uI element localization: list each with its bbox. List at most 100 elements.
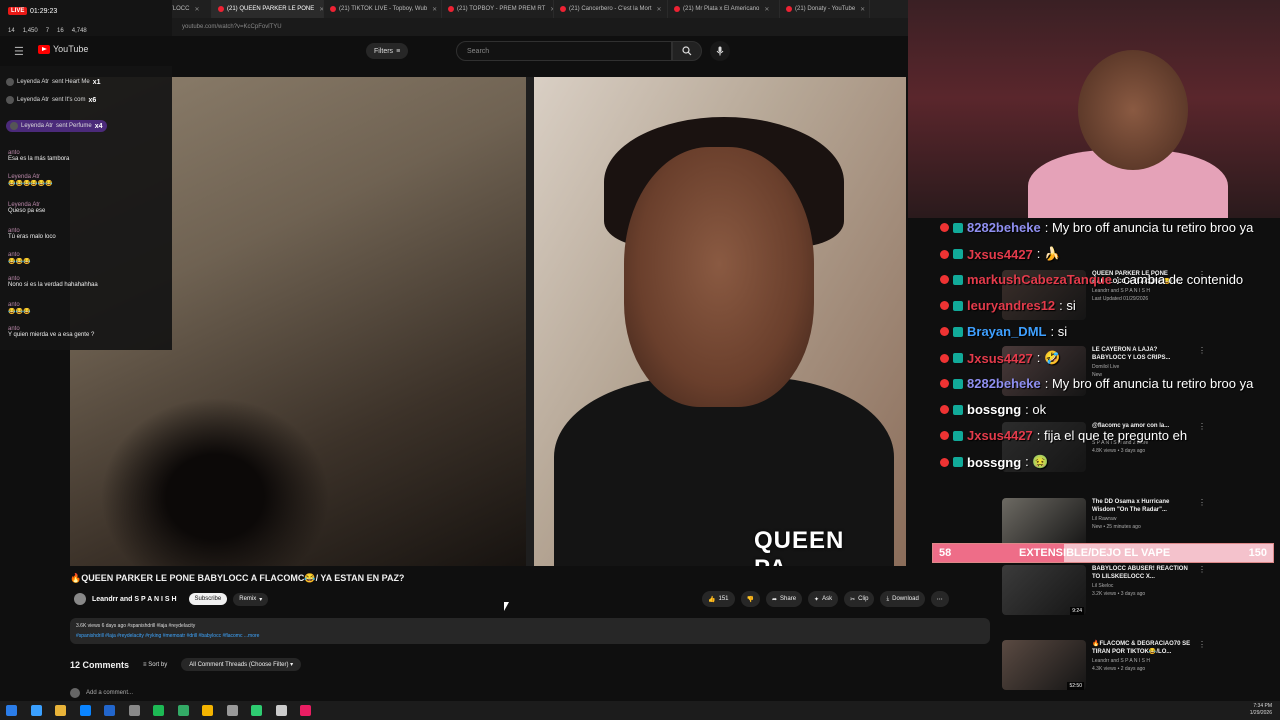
filters-button[interactable]: Filters ≡ [366, 43, 409, 59]
recommendation-title[interactable]: The DD Osama x Hurricane Wisdom "On The … [1092, 498, 1192, 514]
sub-badge-icon [953, 326, 963, 337]
overlay-message: : si [1059, 298, 1076, 313]
close-icon[interactable]: ✕ [657, 6, 662, 13]
sort-icon: ≡ [143, 661, 147, 668]
ask-button[interactable]: ✦ Ask [808, 591, 839, 607]
add-comment-input[interactable]: Add a comment... [86, 690, 133, 696]
browser-tab[interactable]: (21) Donaty - YouTube ✕ [780, 0, 870, 18]
video-thumbnail[interactable] [1002, 498, 1086, 548]
overlay-message: : fija el que te pregunto eh [1036, 428, 1188, 443]
badge-icon [940, 457, 949, 467]
gift-alert: Leyenda Atr sent Perfume x4 [6, 120, 107, 132]
chrome-icon[interactable] [79, 705, 91, 716]
browser-tab[interactable]: (21) TOPBOY - PREM PREM RT✕ [442, 0, 554, 18]
more-actions-button[interactable]: ⋯ [930, 591, 949, 607]
search-button[interactable] [672, 41, 702, 61]
recommendation-item[interactable]: 9:24 BABYLOCC ABUSER! REACTION TO LILSKEE… [1002, 565, 1206, 617]
badge-icon [940, 223, 949, 232]
share-icon: ➦ [771, 596, 778, 603]
recommendation-meta: 3.2K views • 3 days ago [1092, 591, 1146, 597]
edge-icon[interactable] [104, 705, 115, 716]
hashtags-line[interactable]: #spanishdrill #laja #reydelacity #ryking… [76, 633, 259, 639]
share-button[interactable]: ➦ Share [765, 591, 803, 607]
sub-badge-icon [953, 404, 963, 415]
filters-label: Filters [374, 47, 394, 55]
tab-favicon-icon [218, 6, 224, 12]
video-player[interactable]: QUEEN PA... [70, 77, 906, 566]
overlay-chat-line: Jxsus4427: fija el que te pregunto eh [940, 428, 1187, 443]
chat-text: 😂😂😂 [8, 309, 31, 315]
dislike-button[interactable]: 👎 [740, 591, 760, 607]
sub-badge-icon [953, 378, 963, 389]
overlay-message: : My bro off anuncia tu retiro broo ya [1044, 220, 1254, 235]
close-icon[interactable]: ✕ [860, 6, 865, 13]
chrome-icon[interactable] [202, 705, 213, 716]
browser-tab[interactable]: (21) QUEEN PARKER LE PONE ✕ [212, 0, 324, 18]
close-icon[interactable]: ✕ [764, 6, 769, 13]
voice-search-button[interactable] [710, 41, 730, 61]
clip-button[interactable]: ✂ Clip [844, 591, 875, 607]
alert-count: x4 [94, 122, 103, 130]
stream-stats: 14 1,450 7 16 4,748 [8, 28, 87, 34]
kick-icon[interactable] [251, 705, 262, 716]
search-input[interactable]: Search [456, 41, 672, 61]
add-comment-row[interactable]: Add a comment... [70, 688, 133, 698]
sort-button[interactable]: ≡ Sort by [143, 662, 167, 668]
system-clock[interactable]: 7:34 PM 1/29/2026 [1250, 703, 1272, 717]
remix-label: Remix [239, 596, 257, 602]
channel-avatar[interactable] [74, 593, 86, 605]
pen-icon[interactable] [128, 705, 140, 716]
comment-filter-dropdown[interactable]: All Comment Threads (Choose Filter) ▾ [181, 658, 302, 671]
more-vert-icon[interactable]: ⋮ [1198, 565, 1206, 574]
overlay-username: 8282beheke [967, 376, 1041, 391]
goal-bar: 58 EXTENSIBLE/DEJO EL VAPE 150 [932, 543, 1274, 563]
search-icon[interactable] [30, 705, 42, 716]
recommendation-channel[interactable]: Lil Rawraw [1092, 516, 1116, 522]
recommendation-title[interactable]: BABYLOCC ABUSER! REACTION TO LILSKEELOCC… [1092, 565, 1192, 581]
tiktok-icon[interactable] [300, 705, 311, 716]
browser-tab[interactable]: (21) Mr Plata x El Americano ✕ [668, 0, 780, 18]
overlay-chat: 8282beheke : My bro off anuncia tu retiro… [940, 218, 1280, 478]
close-icon[interactable]: ✕ [194, 6, 199, 13]
sub-badge-icon [953, 300, 963, 311]
start-icon[interactable] [6, 705, 17, 716]
tab-label: (21) TOPBOY - PREM PREM RT [457, 6, 546, 12]
sub-badge-icon [953, 457, 963, 467]
chat-text: Tú eras malo loco [8, 234, 56, 240]
alert-text: sent It's com [52, 97, 86, 103]
whatsapp-icon[interactable] [275, 705, 287, 716]
subscribe-button[interactable]: Subscribe [188, 593, 228, 605]
recommendation-item[interactable]: 52:50 🔥FLACOMC & DEGRACIAO70 SE TIRAN POR… [1002, 640, 1206, 692]
browser-tab[interactable]: (21) TIKTOK LIVE - Topboy, Wub ✕ [324, 0, 442, 18]
clock-date: 1/29/2026 [1249, 710, 1272, 716]
spotify-icon[interactable] [153, 705, 164, 716]
github-icon[interactable] [226, 705, 238, 716]
video-title: 🔥QUEEN PARKER LE PONE BABYLOCC A FLACOMC… [70, 573, 405, 583]
badge-icon [940, 275, 949, 284]
file-explorer-icon[interactable] [55, 705, 66, 716]
address-bar[interactable]: youtube.com/watch?v=KcCpFovlTYU [172, 18, 908, 36]
recommendation-channel[interactable]: Lil Skeloc [1092, 583, 1113, 589]
tab-label: (21) QUEEN PARKER LE PONE [227, 6, 315, 12]
youtube-logo[interactable]: YouTube [38, 44, 88, 54]
close-icon[interactable]: ✕ [432, 6, 437, 13]
comments-header: 12 Comments ≡ Sort by All Comment Thread… [70, 658, 302, 671]
overlay-chat-line: Brayan_DML: si [940, 324, 1067, 339]
alert-user: Leyenda Atr [21, 123, 54, 129]
video-description[interactable]: 3.6K views 6 days ago #spanishdrill #laj… [70, 618, 990, 644]
remix-button[interactable]: Remix ▾ [233, 592, 269, 606]
hamburger-menu-icon[interactable]: ☰ [14, 45, 24, 58]
browser-tab[interactable]: (21) Cancerbero - C'est la Mort ✕ [554, 0, 668, 18]
recommendation-title[interactable]: 🔥FLACOMC & DEGRACIAO70 SE TIRAN POR TIKT… [1092, 640, 1192, 656]
like-button[interactable]: 👍 151 [702, 591, 735, 607]
thumbs-down-icon: 👎 [746, 596, 754, 603]
channel-name[interactable]: Leandrr and S P A N I S H [92, 596, 177, 603]
windows-taskbar: 7:34 PM 1/29/2026 [0, 701, 1280, 720]
tab-label: (21) Mr Plata x El Americano [683, 6, 760, 12]
terminal-icon[interactable] [177, 705, 189, 716]
download-button[interactable]: ⤓ Download [880, 591, 925, 607]
tab-favicon-icon [560, 6, 566, 12]
more-vert-icon[interactable]: ⋮ [1198, 640, 1206, 649]
recommendation-channel[interactable]: Leandrr and S P A N I S H [1092, 658, 1150, 664]
more-vert-icon[interactable]: ⋮ [1198, 498, 1206, 507]
